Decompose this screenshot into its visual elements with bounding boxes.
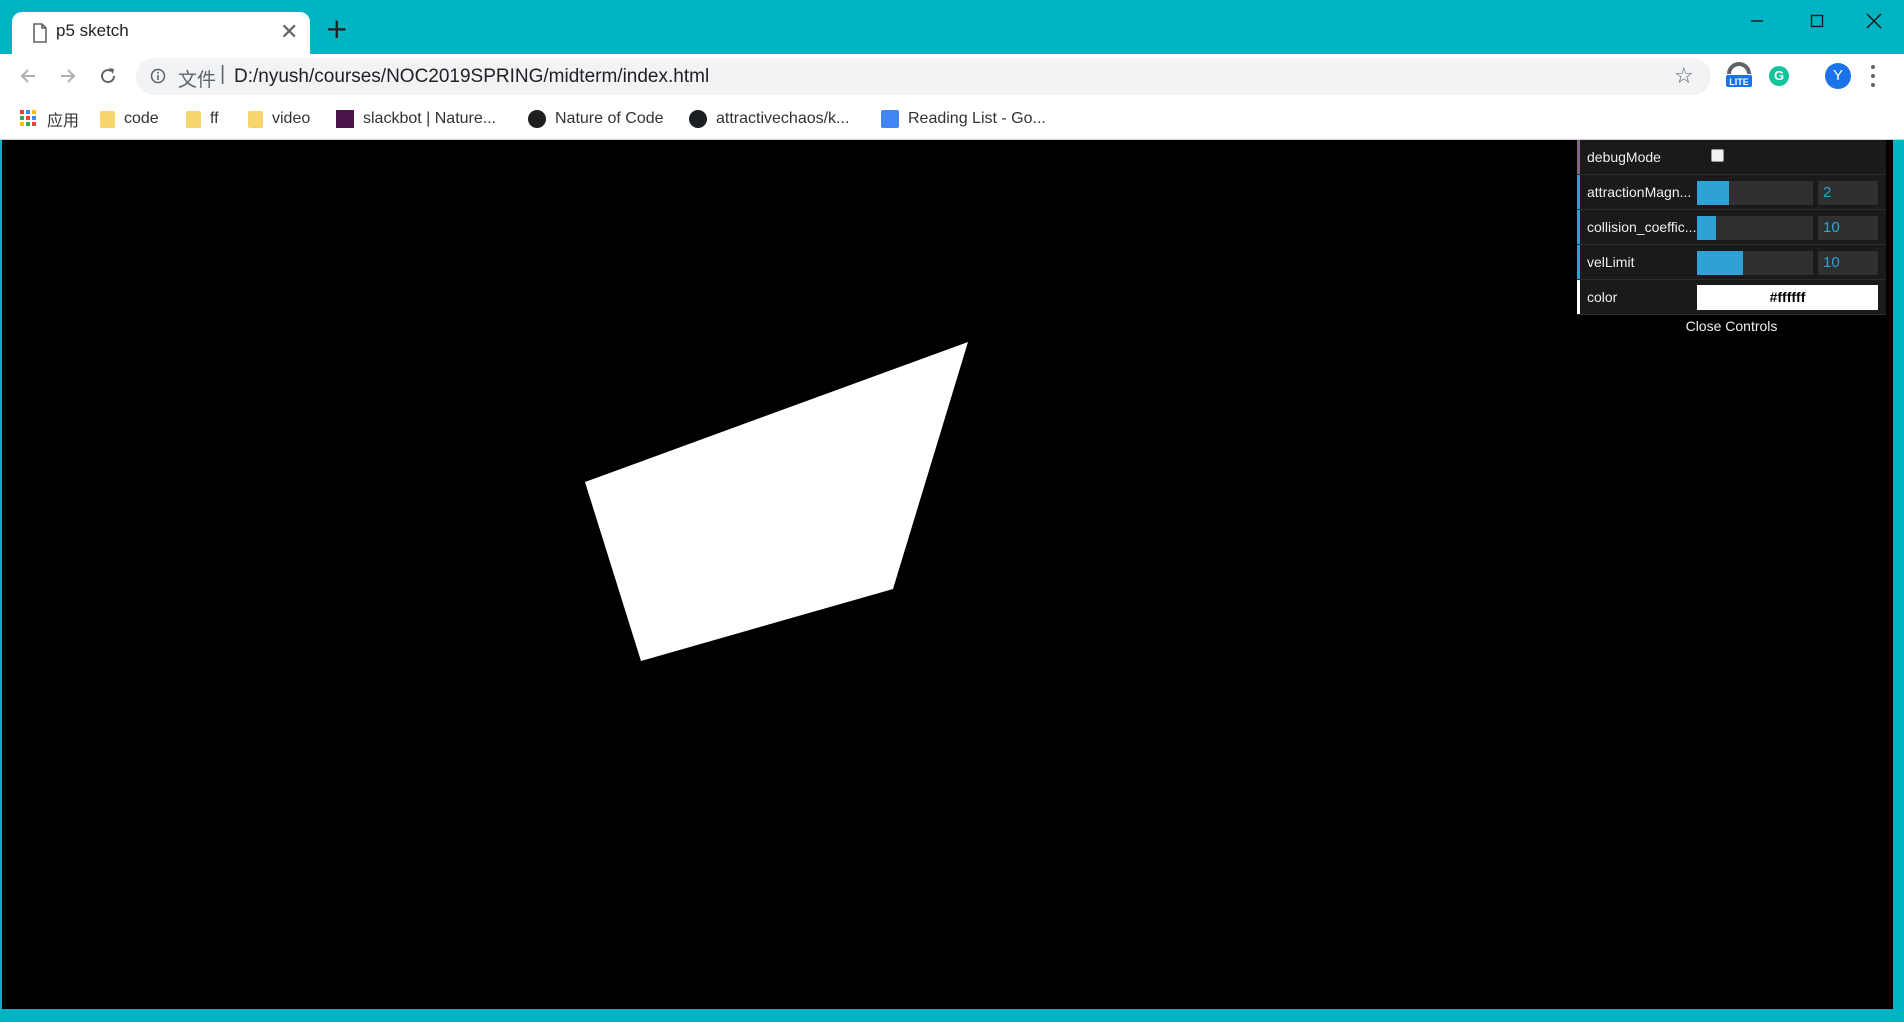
- browser-tab[interactable]: p5 sketch ✕: [12, 12, 310, 54]
- row-stripe: [1577, 280, 1580, 314]
- github-icon: [689, 110, 707, 128]
- scheme-separator: |: [220, 63, 226, 85]
- title-bar: p5 sketch ✕ +: [0, 0, 1904, 54]
- control-panel: debugMode attractionMagn... 2 collision_…: [1577, 140, 1886, 337]
- slider-fill: [1697, 216, 1716, 240]
- bookmark-label: Reading List - Go...: [908, 110, 1046, 127]
- toolbar: 文件 | D:/nyush/courses/NOC2019SPRING/midt…: [0, 54, 1904, 98]
- bookmark-apps[interactable]: 应用: [20, 107, 79, 131]
- control-label: attractionMagn...: [1587, 184, 1692, 200]
- forward-button[interactable]: [56, 64, 80, 88]
- control-debugmode[interactable]: debugMode: [1577, 140, 1886, 175]
- row-stripe: [1577, 245, 1580, 279]
- new-tab-button[interactable]: +: [325, 15, 348, 43]
- minimize-icon: [1751, 20, 1763, 22]
- control-color: color #ffffff: [1577, 280, 1886, 315]
- data-saver-lite-icon[interactable]: LITE: [1724, 60, 1754, 90]
- reload-button[interactable]: [96, 64, 120, 88]
- apps-icon: [20, 110, 38, 128]
- attraction-value-input[interactable]: 2: [1818, 181, 1878, 205]
- folder-icon: [186, 110, 201, 128]
- bookmark-label: slackbot | Nature...: [363, 110, 497, 127]
- bookmark-nature-of-code[interactable]: Nature of Code: [528, 107, 664, 131]
- profile-avatar[interactable]: Y: [1825, 63, 1851, 89]
- slider-fill: [1697, 251, 1744, 275]
- row-stripe: [1577, 140, 1580, 174]
- vellimit-value-input[interactable]: 10: [1818, 251, 1878, 275]
- reload-icon: [101, 68, 116, 84]
- bookmark-label: Nature of Code: [555, 110, 664, 127]
- close-controls-button[interactable]: Close Controls: [1577, 315, 1886, 337]
- bookmark-reading-list[interactable]: Reading List - Go...: [881, 107, 1046, 131]
- info-icon[interactable]: [150, 68, 166, 84]
- slider-fill: [1697, 181, 1730, 205]
- white-quadrilateral: [585, 342, 968, 661]
- close-tab-icon[interactable]: ✕: [280, 20, 298, 44]
- close-icon: [1866, 13, 1882, 29]
- attraction-slider[interactable]: [1697, 181, 1813, 205]
- control-label: debugMode: [1587, 149, 1661, 165]
- color-value-input[interactable]: #ffffff: [1697, 285, 1878, 310]
- lite-label: LITE: [1729, 77, 1749, 87]
- row-stripe: [1577, 210, 1580, 244]
- control-label: collision_coeffic...: [1587, 219, 1697, 235]
- bookmark-label: 应用: [47, 113, 80, 130]
- folder-icon: [248, 110, 263, 128]
- bookmarks-bar: 应用 code ff video slackbot | Nature... Na…: [0, 98, 1904, 140]
- control-collision: collision_coeffic... 10: [1577, 210, 1886, 245]
- control-vellimit: velLimit 10: [1577, 245, 1886, 280]
- bookmark-attractivechaos[interactable]: attractivechaos/k...: [689, 107, 849, 131]
- url-text[interactable]: D:/nyush/courses/NOC2019SPRING/midterm/i…: [234, 66, 709, 88]
- bookmark-label: ff: [210, 110, 219, 127]
- address-bar[interactable]: 文件 | D:/nyush/courses/NOC2019SPRING/midt…: [136, 58, 1711, 95]
- bookmark-star-icon[interactable]: ☆: [1674, 64, 1694, 89]
- scheme-label: 文件: [178, 69, 217, 91]
- document-icon: [33, 23, 47, 43]
- maximize-icon: [1810, 14, 1824, 28]
- slack-icon: [336, 110, 354, 128]
- bookmark-code[interactable]: code: [100, 107, 159, 131]
- maximize-button[interactable]: [1787, 6, 1847, 36]
- debugmode-checkbox[interactable]: [1711, 149, 1724, 162]
- control-attraction: attractionMagn... 2: [1577, 175, 1886, 210]
- grammarly-icon[interactable]: G: [1769, 66, 1789, 86]
- bookmark-label: code: [124, 110, 159, 127]
- bookmark-label: video: [272, 110, 311, 127]
- vellimit-slider[interactable]: [1697, 251, 1813, 275]
- google-docs-icon: [881, 110, 899, 128]
- back-button[interactable]: [16, 64, 40, 88]
- collision-value-input[interactable]: 10: [1818, 216, 1878, 240]
- close-window-button[interactable]: [1844, 6, 1904, 36]
- control-label: color: [1587, 289, 1618, 305]
- noc-icon: [528, 110, 546, 128]
- tab-title: p5 sketch: [56, 21, 129, 40]
- arrow-right-icon: [61, 69, 76, 83]
- bookmark-ff[interactable]: ff: [186, 107, 219, 131]
- arrow-left-icon: [20, 69, 35, 83]
- bookmark-label: attractivechaos/k...: [716, 110, 850, 127]
- minimize-button[interactable]: [1727, 6, 1787, 36]
- control-label: velLimit: [1587, 254, 1635, 270]
- folder-icon: [100, 110, 115, 128]
- row-stripe: [1577, 175, 1580, 209]
- collision-slider[interactable]: [1697, 216, 1813, 240]
- bookmark-video[interactable]: video: [248, 107, 310, 131]
- bookmark-slackbot[interactable]: slackbot | Nature...: [336, 107, 496, 131]
- menu-icon[interactable]: [1868, 62, 1878, 90]
